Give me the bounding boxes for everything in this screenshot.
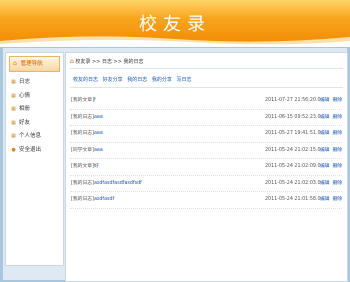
breadcrumb-text: 校友录 >> 日志 >> 我的日志 [75,59,144,65]
mood-icon: ▦ [11,92,16,99]
sidebar-title: 管理导航 [20,61,43,67]
logout-icon: ● [11,146,16,153]
delete-link[interactable]: 删除 [333,131,343,136]
delete-link[interactable]: 删除 [333,115,343,120]
friends-icon: ▦ [11,119,16,126]
sidebar-item-mood[interactable]: ▦ 心情 [6,90,63,104]
entry-category: [我的日志] [71,131,94,136]
sidebar-item-label: 心情 [19,92,31,99]
tab-my-diaries[interactable]: 我的日志 [127,77,147,83]
list-item: [我的文章]f 2011-07-27 21:56:20.0 编辑 删除 [70,93,342,110]
edit-link[interactable]: 编辑 [320,197,330,202]
list-item: [我的文章]好 2011-05-24 21:02:09.0 编辑 删除 [70,159,342,176]
sidebar-item-label: 相册 [19,106,31,112]
delete-link[interactable]: 删除 [333,181,343,186]
edit-link[interactable]: 编辑 [320,131,330,136]
entry-date: 2011-05-24 21:02:15.0 [265,147,321,153]
sidebar-item-friends[interactable]: ▦ 好友 [6,117,63,131]
list-item: [我的日志]asdfasdfasdfasdfsdf 2011-05-24 21:… [70,176,343,192]
diary-icon: ▦ [11,79,16,85]
entry-title-link[interactable]: asdfasdf [94,197,114,202]
entry-list: [我的文章]f 2011-07-27 21:56:20.0 编辑 删除 [我的日志… [70,93,342,209]
tab-friend-shares[interactable]: 好友分享 [103,77,123,83]
sidebar-item-label: 个人信息 [19,133,42,139]
entry-date: 2011-05-24 21:02:03.0 [265,180,321,186]
edit-link[interactable]: 编辑 [320,98,330,103]
entry-title-link[interactable]: aaa [94,115,103,120]
tab-my-shares[interactable]: 我的分享 [152,77,172,83]
sidebar-item-label: 好友 [19,119,31,126]
entry-title-link[interactable]: aaa [94,131,103,136]
entry-title-link[interactable]: asdfasdfasdfasdfsdf [94,181,142,186]
edit-link[interactable]: 编辑 [320,164,330,169]
sidebar: ⌂ 管理导航 ▦ 日志 ▦ 心情 ▦ 相册 ▦ 好友 ▦ 个人信息 ● 安全退出 [5,52,64,266]
entry-title-link[interactable]: 好 [94,164,99,169]
entry-title-link[interactable]: aaa [94,148,103,153]
list-item: [我的日志]aaa 2011-06-15 09:52:23.0 编辑 删除 [70,110,343,126]
tab-bar: 校友的日志 好友分享 我的日志 我的分享 写日志 [70,75,343,88]
entry-category: [我的日志] [71,197,94,202]
entry-date: 2011-06-15 09:52:23.0 [265,114,321,120]
sidebar-item-label: 日志 [19,79,31,85]
sidebar-item-logout[interactable]: ● 安全退出 [6,144,63,158]
entry-title-link[interactable]: f [94,98,96,103]
sidebar-item-label: 安全退出 [19,146,42,153]
list-item: [同学文章]aaa 2011-05-24 21:02:15.0 编辑 删除 [70,143,343,159]
entry-category: [我的日志] [71,114,94,120]
delete-link[interactable]: 删除 [333,98,343,103]
main-panel: ⌂ 校友录 >> 日志 >> 我的日志 校友的日志 好友分享 我的日志 我的分享… [65,52,348,282]
entry-date: 2011-05-27 19:41:51.0 [265,131,321,136]
profile-icon: ▦ [11,133,16,139]
entry-date: 2011-07-27 21:56:20.0 [265,98,321,103]
tab-classmate-diaries[interactable]: 校友的日志 [73,77,98,83]
edit-link[interactable]: 编辑 [320,148,330,153]
sidebar-item-profile[interactable]: ▦ 个人信息 [6,130,63,144]
entry-date: 2011-05-24 21:01:58.0 [265,197,321,202]
album-icon: ▦ [11,106,16,112]
banner-wave [0,36,350,47]
header-banner: 校友录 [0,0,350,47]
entry-date: 2011-05-24 21:02:09.0 [265,164,321,169]
delete-link[interactable]: 删除 [333,148,343,153]
delete-link[interactable]: 删除 [333,164,343,169]
home-icon: ⌂ [13,60,17,67]
sidebar-item-album[interactable]: ▦ 相册 [6,103,63,117]
sidebar-item-diary[interactable]: ▦ 日志 [6,76,63,90]
edit-link[interactable]: 编辑 [320,181,330,186]
tab-write-diary[interactable]: 写日志 [176,77,191,83]
entry-category: [我的文章] [71,98,94,103]
list-item: [我的日志]aaa 2011-05-27 19:41:51.0 编辑 删除 [70,126,342,143]
delete-link[interactable]: 删除 [333,197,343,202]
entry-category: [我的日志] [71,180,94,186]
entry-category: [我的文章] [71,164,94,169]
edit-link[interactable]: 编辑 [320,115,330,120]
list-item: [我的日志]asdfasdf 2011-05-24 21:01:58.0 编辑删… [70,192,342,209]
sidebar-header: ⌂ 管理导航 [9,56,60,72]
home-icon: ⌂ [70,58,74,65]
breadcrumb: ⌂ 校友录 >> 日志 >> 我的日志 [70,56,343,69]
entry-category: [同学文章] [71,147,94,153]
